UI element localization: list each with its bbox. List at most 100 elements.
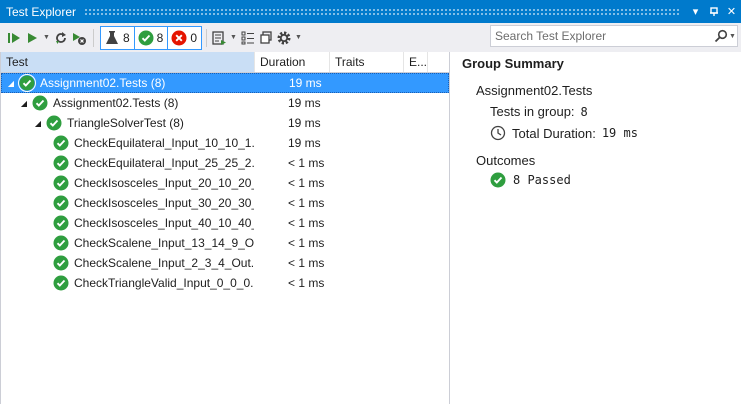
test-row[interactable]: CheckEquilateral_Input_10_10_1... 19 ms bbox=[1, 133, 449, 153]
pin-icon bbox=[709, 6, 718, 16]
column-header-row: Test Duration Traits E... bbox=[1, 52, 449, 73]
drag-grip[interactable] bbox=[84, 7, 679, 16]
passed-icon bbox=[32, 95, 48, 111]
test-row[interactable]: CheckScalene_Input_2_3_4_Out... < 1 ms bbox=[1, 253, 449, 273]
test-row[interactable]: CheckIsosceles_Input_40_10_40_... < 1 ms bbox=[1, 213, 449, 233]
test-row[interactable]: CheckTriangleValid_Input_0_0_0... < 1 ms bbox=[1, 273, 449, 293]
group-summary-pane: Group Summary Assignment02.Tests Tests i… bbox=[451, 52, 741, 404]
column-header-traits[interactable]: Traits bbox=[330, 52, 404, 72]
copy-button[interactable] bbox=[258, 27, 274, 49]
tests-in-group-value: 8 bbox=[580, 104, 588, 119]
passed-icon bbox=[53, 195, 69, 211]
total-duration-label: Total Duration: bbox=[512, 125, 596, 141]
test-row[interactable]: CheckScalene_Input_13_14_9_O... < 1 ms bbox=[1, 233, 449, 253]
passed-icon bbox=[53, 135, 69, 151]
passed-icon bbox=[138, 30, 154, 45]
test-duration: < 1 ms bbox=[288, 156, 325, 170]
window-dropdown-button[interactable]: ▾ bbox=[687, 3, 704, 20]
settings-dropdown-icon[interactable]: ▼ bbox=[295, 34, 302, 41]
rerun-button[interactable] bbox=[53, 27, 69, 49]
total-duration: Total Duration: 19 ms bbox=[490, 125, 741, 141]
passed-icon bbox=[19, 75, 35, 91]
pin-button[interactable] bbox=[705, 3, 722, 20]
test-row[interactable]: CheckEquilateral_Input_25_25_2... < 1 ms bbox=[1, 153, 449, 173]
playlist-button[interactable] bbox=[211, 27, 227, 49]
test-duration: 19 ms bbox=[289, 76, 322, 90]
search-input[interactable] bbox=[491, 29, 713, 43]
test-duration: 19 ms bbox=[288, 136, 321, 150]
test-list-pane: Test Duration Traits E... ◢ Assignment02.… bbox=[0, 52, 450, 404]
filter-passed-button[interactable]: 8 bbox=[135, 26, 169, 49]
test-duration: < 1 ms bbox=[288, 236, 325, 250]
run-button[interactable] bbox=[24, 27, 40, 49]
play-icon bbox=[28, 32, 37, 43]
passed-icon bbox=[53, 255, 69, 271]
run-all-icon bbox=[8, 32, 20, 43]
filter-all-count: 8 bbox=[122, 30, 130, 45]
search-dropdown-icon[interactable]: ▼ bbox=[729, 33, 736, 40]
close-button[interactable]: ✕ bbox=[723, 3, 740, 20]
test-duration: < 1 ms bbox=[288, 176, 325, 190]
toolbar: ▼ 8 8 0 ▼ ▼ ▼ bbox=[0, 23, 741, 52]
column-header-test[interactable]: Test bbox=[1, 52, 255, 72]
outcome-filter-group: 8 8 0 bbox=[99, 25, 202, 50]
expand-toggle-icon[interactable]: ◢ bbox=[19, 99, 29, 108]
search-button[interactable]: ▼ bbox=[713, 29, 737, 43]
playlist-dropdown-icon[interactable]: ▼ bbox=[230, 34, 237, 41]
gear-icon bbox=[277, 31, 291, 44]
cancel-run-button[interactable] bbox=[71, 27, 87, 49]
copy-icon bbox=[260, 30, 272, 44]
filter-all-button[interactable]: 8 bbox=[101, 26, 135, 49]
test-name: Assignment02.Tests (8) bbox=[53, 96, 179, 110]
search-icon bbox=[714, 29, 728, 43]
passed-icon bbox=[53, 155, 69, 171]
test-duration: 19 ms bbox=[288, 116, 321, 130]
test-duration: < 1 ms bbox=[288, 256, 325, 270]
passed-icon bbox=[53, 275, 69, 291]
test-name: CheckScalene_Input_13_14_9_O... bbox=[74, 236, 254, 250]
test-name: CheckIsosceles_Input_40_10_40_... bbox=[74, 216, 254, 230]
search-box: ▼ bbox=[490, 25, 738, 47]
test-duration: < 1 ms bbox=[288, 276, 325, 290]
run-all-button[interactable] bbox=[6, 27, 22, 49]
failed-icon bbox=[171, 30, 187, 45]
playlist-icon bbox=[212, 30, 226, 45]
passed-icon bbox=[490, 172, 506, 188]
test-name: CheckEquilateral_Input_25_25_2... bbox=[74, 156, 254, 170]
test-row[interactable]: CheckIsosceles_Input_20_10_20_... < 1 ms bbox=[1, 173, 449, 193]
flask-icon bbox=[105, 30, 118, 44]
group-by-button[interactable] bbox=[240, 27, 256, 49]
test-duration: 19 ms bbox=[288, 96, 321, 110]
filter-failed-count: 0 bbox=[190, 30, 197, 45]
summary-group-name: Assignment02.Tests bbox=[476, 83, 593, 98]
toolbar-separator bbox=[206, 28, 207, 47]
outcomes-label: Outcomes bbox=[476, 153, 536, 168]
test-group-row[interactable]: ◢ Assignment02.Tests (8) 19 ms bbox=[1, 73, 449, 93]
test-name: Assignment02.Tests (8) bbox=[40, 76, 166, 90]
passed-icon bbox=[53, 215, 69, 231]
expand-toggle-icon[interactable]: ◢ bbox=[6, 79, 16, 88]
passed-icon bbox=[46, 115, 62, 131]
column-header-duration[interactable]: Duration bbox=[255, 52, 330, 72]
outcome-passed-text: 8 Passed bbox=[513, 173, 571, 187]
filter-passed-count: 8 bbox=[156, 30, 164, 45]
title-bar: Test Explorer ▾ ✕ bbox=[0, 0, 741, 23]
column-header-e[interactable]: E... bbox=[404, 52, 428, 72]
test-group-row[interactable]: ◢ TriangleSolverTest (8) 19 ms bbox=[1, 113, 449, 133]
expand-toggle-icon[interactable]: ◢ bbox=[33, 119, 43, 128]
total-duration-value: 19 ms bbox=[601, 126, 638, 140]
summary-title: Group Summary bbox=[462, 56, 564, 71]
group-by-icon bbox=[241, 31, 254, 44]
test-row[interactable]: CheckIsosceles_Input_30_20_30_... < 1 ms bbox=[1, 193, 449, 213]
tests-in-group-label: Tests in group: bbox=[490, 104, 575, 119]
tests-in-group: Tests in group: 8 bbox=[490, 104, 741, 119]
filter-failed-button[interactable]: 0 bbox=[168, 27, 201, 49]
clock-icon bbox=[490, 125, 506, 141]
window-title: Test Explorer bbox=[6, 4, 77, 19]
test-name: TriangleSolverTest (8) bbox=[67, 116, 184, 130]
passed-icon bbox=[53, 235, 69, 251]
run-dropdown-icon[interactable]: ▼ bbox=[43, 34, 50, 41]
test-group-row[interactable]: ◢ Assignment02.Tests (8) 19 ms bbox=[1, 93, 449, 113]
test-name: CheckScalene_Input_2_3_4_Out... bbox=[74, 256, 254, 270]
settings-button[interactable] bbox=[276, 27, 292, 49]
